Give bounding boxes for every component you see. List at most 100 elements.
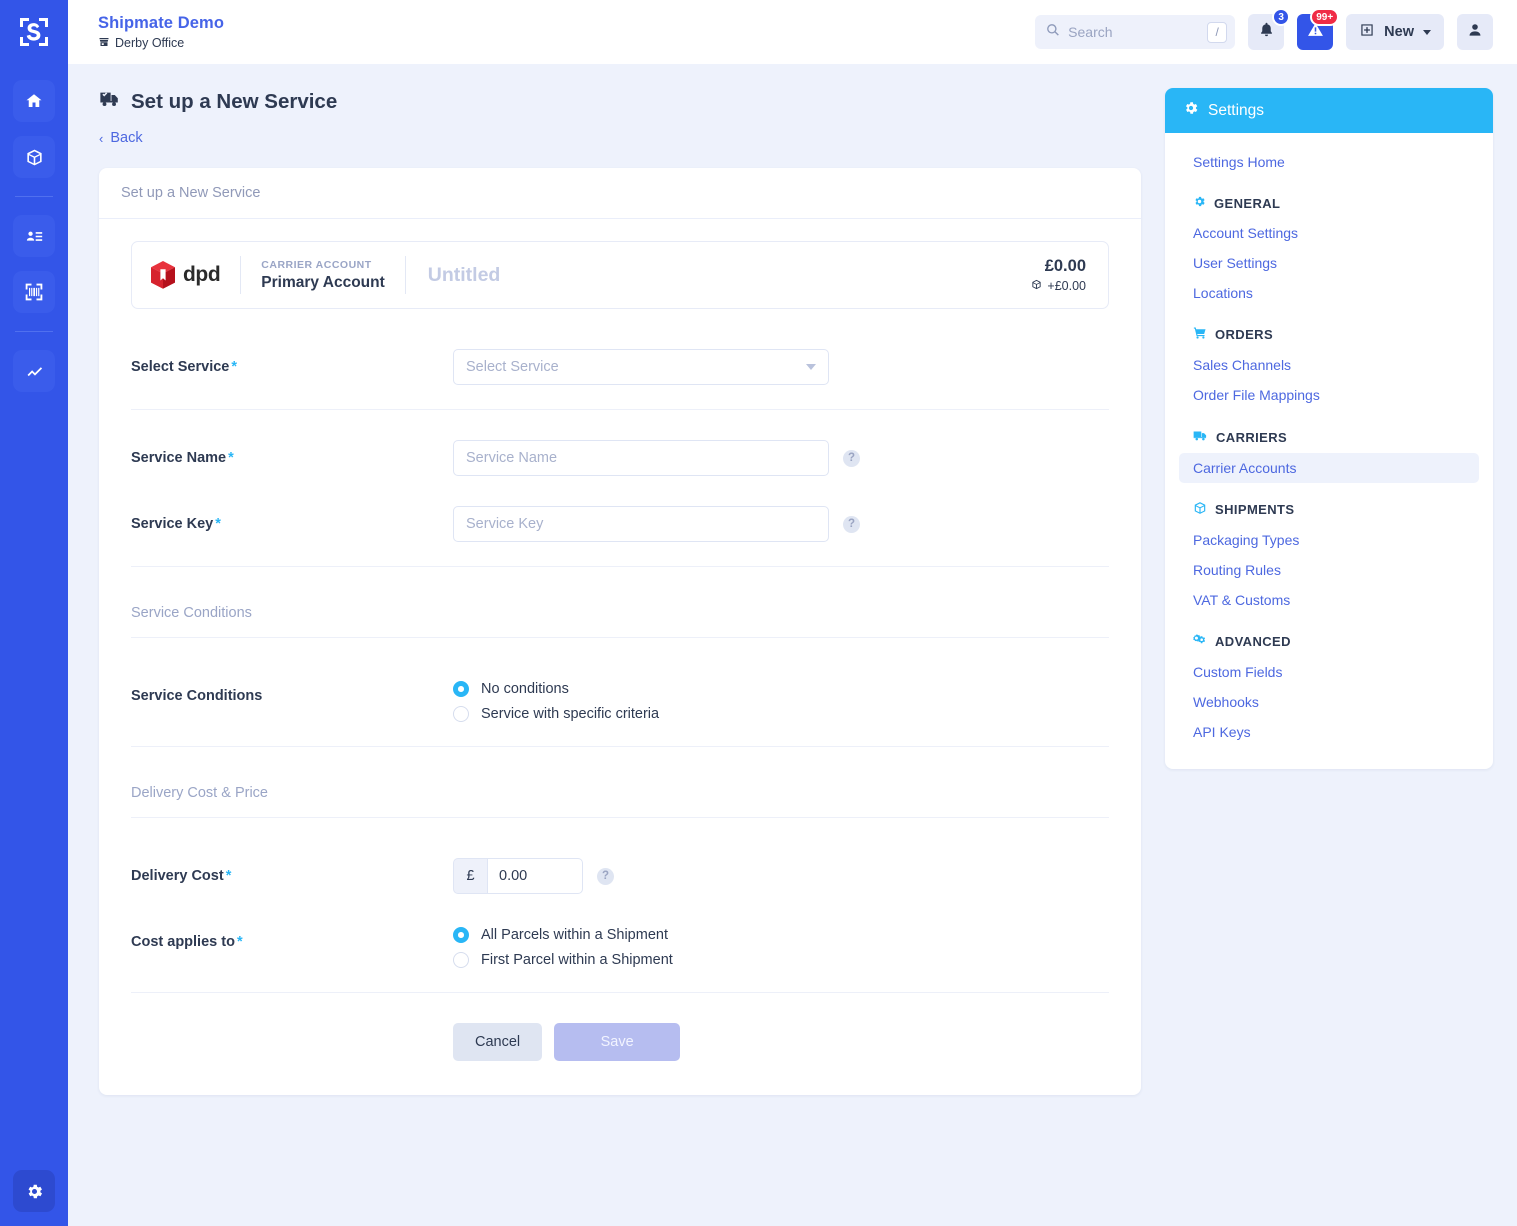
service-name-input[interactable] <box>453 440 829 476</box>
settings-group-title: SHIPMENTS <box>1215 502 1295 517</box>
back-link[interactable]: ‹ Back <box>99 130 1141 146</box>
cancel-button[interactable]: Cancel <box>453 1023 543 1061</box>
sidebar-item-user-settings[interactable]: User Settings <box>1179 248 1479 278</box>
row-service-name: Service Name* ? <box>131 410 1109 500</box>
sidebar-item-settings-home[interactable]: Settings Home <box>1179 147 1479 177</box>
radio-specific-criteria[interactable]: Service with specific criteria <box>453 706 659 722</box>
new-button-label: New <box>1384 24 1414 40</box>
gear-icon <box>1193 195 1206 211</box>
carrier-account-value: Primary Account <box>261 273 385 291</box>
notifications-button[interactable]: 3 <box>1248 8 1291 50</box>
carrier-account-block: CARRIER ACCOUNT Primary Account <box>241 259 404 292</box>
new-service-card: Set up a New Service dpd CARRIER ACCOUNT… <box>99 168 1141 1095</box>
question-mark-icon[interactable]: ? <box>843 515 860 533</box>
select-service-dropdown[interactable]: Select Service <box>453 349 829 385</box>
radio-indicator[interactable] <box>453 706 469 722</box>
settings-group-title: CARRIERS <box>1216 429 1288 445</box>
settings-group-title: ORDERS <box>1215 327 1274 342</box>
row-service-conditions: Service Conditions No conditions Service… <box>131 672 1109 746</box>
sidebar-item-order-file-mappings[interactable]: Order File Mappings <box>1179 380 1479 410</box>
package-icon <box>1031 279 1042 293</box>
sidebar-item-vat-customs[interactable]: VAT & Customs <box>1179 585 1479 615</box>
brand-office: Derby Office <box>98 36 224 51</box>
radio-no-conditions[interactable]: No conditions <box>453 681 659 697</box>
user-icon <box>1467 22 1483 43</box>
settings-group-orders: ORDERS <box>1179 308 1479 350</box>
delivery-cost-field: £ ? <box>453 858 1109 894</box>
select-service-value: Select Service <box>466 359 559 375</box>
radio-indicator[interactable] <box>453 681 469 697</box>
address-card-icon[interactable] <box>13 215 55 257</box>
bell-icon <box>1258 21 1275 43</box>
radio-indicator[interactable] <box>453 952 469 968</box>
gear-icon <box>1183 100 1199 121</box>
question-mark-icon[interactable]: ? <box>843 449 860 467</box>
dpd-cube-logo: dpd <box>150 260 240 290</box>
alerts-button[interactable]: 99+ <box>1297 8 1340 50</box>
carrier-account-summary: dpd CARRIER ACCOUNT Primary Account Unti… <box>131 241 1109 309</box>
package-icon[interactable] <box>13 136 55 178</box>
radio-label: All Parcels within a Shipment <box>481 927 668 943</box>
required-marker: * <box>236 934 243 950</box>
top-bar-actions: Search / 3 99+ New <box>1035 8 1493 50</box>
radio-indicator[interactable] <box>453 927 469 943</box>
analytics-line-icon[interactable] <box>13 350 55 392</box>
gears-icon <box>1193 633 1207 650</box>
select-service-label-text: Select Service <box>131 359 230 375</box>
settings-group-title: GENERAL <box>1214 195 1281 211</box>
gear-icon[interactable] <box>13 1170 55 1212</box>
main-column: Set up a New Service ‹ Back Set up a New… <box>99 88 1141 1226</box>
brand-block[interactable]: Shipmate Demo Derby Office <box>98 14 224 51</box>
barcode-scan-icon[interactable] <box>13 271 55 313</box>
radio-first-parcel[interactable]: First Parcel within a Shipment <box>453 952 673 968</box>
service-name-label-text: Service Name <box>131 450 227 466</box>
radio-label: Service with specific criteria <box>481 706 660 722</box>
sidebar-item-webhooks[interactable]: Webhooks <box>1179 687 1479 717</box>
price-total: £0.00 <box>1044 257 1086 275</box>
search-input[interactable]: Search / <box>1035 15 1236 49</box>
primary-nav-rail <box>0 0 68 1226</box>
required-marker: * <box>215 516 221 532</box>
delivery-cost-input[interactable] <box>487 858 583 894</box>
select-service-label: Select Service * <box>131 349 453 375</box>
shipmate-s-logo[interactable] <box>0 0 68 64</box>
sidebar-item-custom-fields[interactable]: Custom Fields <box>1179 657 1479 687</box>
sidebar-item-locations[interactable]: Locations <box>1179 278 1479 308</box>
sidebar-item-packaging-types[interactable]: Packaging Types <box>1179 525 1479 555</box>
delivery-cost-label-text: Delivery Cost <box>131 868 224 884</box>
card-header: Set up a New Service <box>99 168 1141 219</box>
back-link-label: Back <box>110 130 143 146</box>
brand-office-label: Derby Office <box>115 36 185 50</box>
settings-panel-body: Settings Home GENERAL Account Settings U… <box>1165 133 1493 769</box>
service-key-label: Service Key * <box>131 506 453 532</box>
brand-title[interactable]: Shipmate Demo <box>98 14 224 33</box>
required-marker: * <box>225 868 232 884</box>
top-bar: Shipmate Demo Derby Office Search / 3 99… <box>68 0 1517 64</box>
delivery-truck-icon <box>99 88 121 116</box>
search-icon <box>1046 23 1060 42</box>
service-key-input[interactable] <box>453 506 829 542</box>
search-shortcut-badge: / <box>1207 21 1228 43</box>
sidebar-item-account-settings[interactable]: Account Settings <box>1179 218 1479 248</box>
page-body: Set up a New Service ‹ Back Set up a New… <box>68 64 1517 1226</box>
form-actions: Cancel Save <box>131 993 1109 1061</box>
sidebar-item-carrier-accounts[interactable]: Carrier Accounts <box>1179 453 1479 483</box>
rail-icon-list <box>13 80 55 406</box>
settings-panel-title: Settings <box>1208 101 1265 119</box>
service-conditions-field: No conditions Service with specific crit… <box>453 678 1109 722</box>
save-button[interactable]: Save <box>554 1023 681 1061</box>
sidebar-item-routing-rules[interactable]: Routing Rules <box>1179 555 1479 585</box>
sidebar-item-sales-channels[interactable]: Sales Channels <box>1179 350 1479 380</box>
settings-panel-header: Settings <box>1165 88 1493 133</box>
price-summary: £0.00 +£0.00 <box>1031 257 1086 293</box>
new-button[interactable]: New <box>1346 14 1444 50</box>
home-icon[interactable] <box>13 80 55 122</box>
question-mark-icon[interactable]: ? <box>597 867 614 885</box>
sidebar-item-api-keys[interactable]: API Keys <box>1179 717 1479 747</box>
rail-divider <box>15 196 53 197</box>
plus-square-icon <box>1359 22 1375 43</box>
account-button[interactable] <box>1457 14 1493 50</box>
radio-all-parcels[interactable]: All Parcels within a Shipment <box>453 927 673 943</box>
settings-group-general: GENERAL <box>1179 177 1479 218</box>
required-marker: * <box>228 450 234 466</box>
